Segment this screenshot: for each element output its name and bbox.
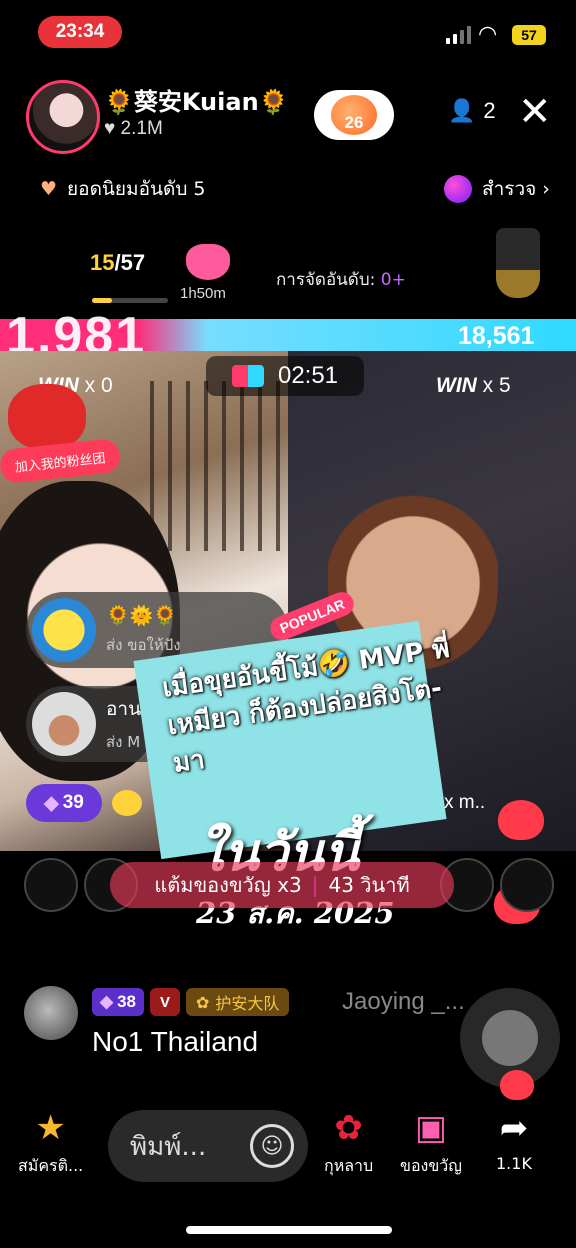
progress-fill xyxy=(92,298,112,303)
avatar[interactable] xyxy=(24,858,78,912)
heart-icon xyxy=(498,800,544,840)
gem-icon: ◆ xyxy=(100,992,114,1011)
gift-card-subtitle: ส่ง ขอให้ปัง xyxy=(106,635,181,654)
close-icon[interactable]: ✕ xyxy=(518,92,552,132)
battle-timer: 02:51 xyxy=(206,356,364,396)
ranking-arrange[interactable]: การจัดอันดับ: 0+ xyxy=(276,266,406,293)
avatar[interactable] xyxy=(500,858,554,912)
home-indicator[interactable] xyxy=(186,1226,392,1234)
follow-button[interactable]: 26 xyxy=(314,90,394,140)
right-win-value: x 5 xyxy=(482,374,511,397)
gift-timer: 1h50m xyxy=(180,285,226,302)
gift-card-title: 🌻🌞🌻 xyxy=(106,604,177,627)
signal-icon xyxy=(446,26,471,44)
wifi-icon: ◠ xyxy=(478,22,498,47)
gift-label: ของขวัญ xyxy=(400,1156,462,1175)
heart-icon: ♥ xyxy=(40,178,58,200)
fan-club-label: 加入我的粉丝团 xyxy=(0,437,122,485)
progress-total: /57 xyxy=(114,250,146,275)
battle-icon xyxy=(231,365,264,387)
heart-icon xyxy=(500,1070,534,1100)
chat-message: No1 Thailand xyxy=(92,1026,259,1057)
popularity-rank[interactable]: ♥ ยอดนิยมอันดับ 5 xyxy=(40,174,206,204)
gift-points-bar[interactable]: แต้มของขวัญ x3 | 43 วินาที xyxy=(110,862,454,908)
trophy-icon[interactable] xyxy=(496,228,540,298)
progress-current: 15 xyxy=(90,250,115,275)
subscribe-button[interactable]: ★ สมัครติ... xyxy=(18,1108,83,1179)
gift-card-title: อาน xyxy=(106,698,142,720)
battle-timer-value: 02:51 xyxy=(277,362,339,389)
heart-icon xyxy=(8,384,86,450)
rose-button[interactable]: ✿ กุหลาบ xyxy=(324,1108,373,1179)
share-icon: ➦ xyxy=(499,1108,529,1148)
right-win-word: WIN xyxy=(436,374,477,397)
right-score: 18,561 xyxy=(458,322,535,350)
star-icon: ★ xyxy=(35,1108,66,1148)
explore-label: สำรวจ › xyxy=(482,178,550,200)
more-names: x m.. xyxy=(444,792,486,813)
gem-level: 38 xyxy=(117,992,136,1011)
viewer-count-value: 2 xyxy=(483,98,496,123)
avatar[interactable] xyxy=(24,986,78,1040)
heart-gift-icon[interactable] xyxy=(186,244,230,280)
host-avatar[interactable] xyxy=(26,80,100,154)
gem-badge: ◆ 39 xyxy=(26,784,102,822)
battery-icon: 57 xyxy=(512,25,546,45)
share-count: 1.1K xyxy=(496,1154,532,1173)
gem-badge-value: 39 xyxy=(62,792,84,813)
progress-bar xyxy=(92,298,168,303)
chat-username[interactable]: Jaoying _... xyxy=(342,988,465,1016)
orb-icon xyxy=(444,175,472,203)
gift-card-subtitle: ส่ง M xyxy=(106,733,141,751)
supporter-avatars-right[interactable] xyxy=(440,858,554,912)
fan-club-name: 护安大队 xyxy=(215,994,280,1013)
gift-points-label: แต้มของขวัญ x3 xyxy=(154,873,302,897)
avatar xyxy=(32,598,96,662)
subscribe-label: สมัครติ... xyxy=(18,1156,84,1175)
divider: | xyxy=(311,873,319,897)
fan-club-badge: ✿ 护安大队 xyxy=(186,988,290,1016)
gift-points-timer: 43 วินาที xyxy=(328,873,410,897)
person-icon: 👤 xyxy=(448,98,476,123)
smile-icon[interactable]: ☺ xyxy=(250,1124,294,1168)
sunflower-icon: ✿ xyxy=(196,992,210,1012)
explore-button[interactable]: สำรวจ › xyxy=(444,174,550,204)
share-button[interactable]: ➦ 1.1K xyxy=(496,1108,532,1173)
vip-badge: V xyxy=(150,988,180,1016)
popularity-rank-label: ยอดนิยมอันดับ 5 xyxy=(67,178,206,200)
host-likes: ♥ 2.1M xyxy=(104,118,163,139)
host-name[interactable]: 🌻葵安Kuian🌻 xyxy=(104,82,289,117)
fan-club-badge[interactable]: 加入我的粉丝团 xyxy=(0,384,122,494)
avatar xyxy=(32,692,96,756)
status-time: 23:34 xyxy=(38,16,122,48)
viewer-count[interactable]: 👤 2 xyxy=(448,98,496,124)
user-badges: ◆ 38 V ✿ 护安大队 xyxy=(92,988,290,1016)
rose-label: กุหลาบ xyxy=(324,1156,374,1175)
gift-button[interactable]: ▣ ของขวัญ xyxy=(400,1108,462,1179)
comment-input[interactable]: พิมพ์... ☺ xyxy=(108,1110,308,1182)
gem-badge: ◆ 38 xyxy=(92,988,144,1016)
gem-icon: ◆ xyxy=(44,792,59,814)
rose-icon: ✿ xyxy=(334,1108,363,1148)
right-win-count: WIN x 5 xyxy=(436,374,511,398)
chick-icon xyxy=(112,790,142,816)
heart-icon: 26 xyxy=(331,95,377,135)
ranking-arrange-label: การจัดอันดับ: xyxy=(276,270,376,290)
progress-score[interactable]: 15/57 xyxy=(90,250,145,276)
comment-placeholder: พิมพ์... xyxy=(130,1131,207,1162)
gift-icon: ▣ xyxy=(414,1108,448,1148)
ranking-arrange-value: 0+ xyxy=(380,270,406,290)
